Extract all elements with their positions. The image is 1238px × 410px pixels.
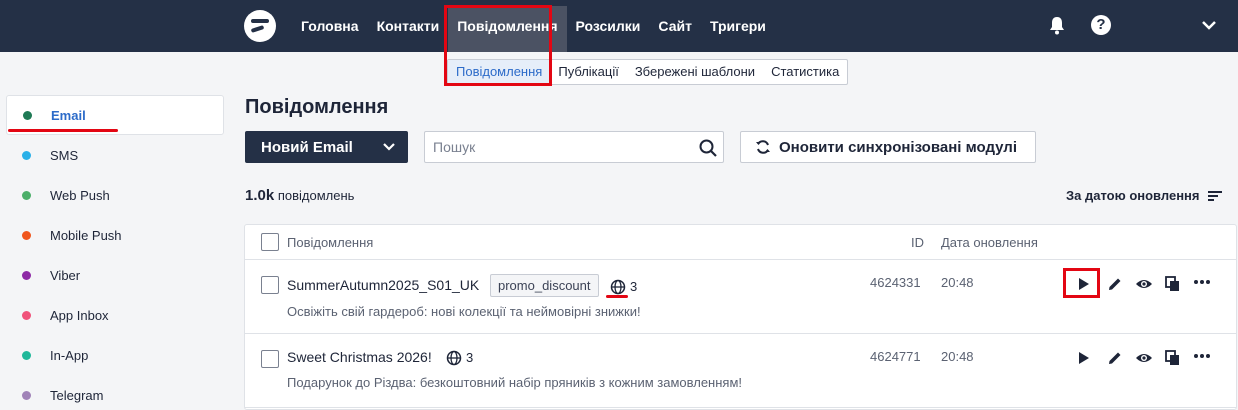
table-row[interactable]: Sweet Christmas 2026! 3 Подарунок до Різ… — [245, 334, 1236, 408]
sidebar-item-label: Mobile Push — [50, 227, 122, 243]
sidebar-item-viber[interactable]: Viber — [6, 255, 224, 295]
chevron-down-icon[interactable] — [383, 142, 395, 152]
sidebar-item-mobile-push[interactable]: Mobile Push — [6, 215, 224, 255]
sidebar-item-app-inbox[interactable]: App Inbox — [6, 295, 224, 335]
sidebar-item-label: Web Push — [50, 187, 110, 203]
channel-sidebar: Email SMS Web Push Mobile Push Viber App… — [6, 95, 224, 410]
message-name[interactable]: SummerAutumn2025_S01_UK — [287, 277, 479, 293]
more-icon[interactable] — [1193, 347, 1211, 365]
play-icon[interactable] — [1074, 349, 1092, 367]
preview-icon[interactable] — [1135, 349, 1153, 367]
globe-icon — [610, 279, 626, 295]
sidebar-item-label: Email — [51, 107, 86, 123]
column-header-message: Повідомлення — [287, 235, 374, 250]
nav-item-home[interactable]: Головна — [292, 0, 368, 52]
top-navigation-bar: Головна Контакти Повідомлення Розсилки С… — [0, 0, 1238, 52]
messages-table: Повідомлення ID Дата оновлення SummerAut… — [244, 224, 1237, 410]
channel-dot-icon — [22, 230, 31, 240]
table-header: Повідомлення ID Дата оновлення — [245, 225, 1236, 260]
sidebar-item-telegram[interactable]: Telegram — [6, 375, 224, 410]
channel-dot-icon — [22, 350, 31, 360]
subtab-statistics[interactable]: Статистика — [763, 60, 847, 84]
highlight-box-play — [1063, 268, 1100, 298]
new-email-button[interactable]: Новий Email — [245, 131, 408, 163]
sidebar-item-label: In-App — [50, 347, 89, 363]
sync-modules-label: Оновити синхронізовані модулі — [779, 138, 1018, 156]
nav-item-campaigns[interactable]: Розсилки — [567, 0, 650, 52]
sidebar-item-web-push[interactable]: Web Push — [6, 175, 224, 215]
edit-icon[interactable] — [1106, 349, 1124, 367]
nav-item-contacts[interactable]: Контакти — [368, 0, 449, 52]
count-label: повідомлень — [277, 188, 355, 203]
bell-icon[interactable] — [1047, 15, 1067, 35]
subtab-publications[interactable]: Публікації — [550, 60, 626, 84]
preview-icon[interactable] — [1135, 275, 1153, 293]
channel-dot-icon — [23, 110, 32, 120]
nav-item-triggers[interactable]: Тригери — [701, 0, 775, 52]
nav-item-site[interactable]: Сайт — [649, 0, 701, 52]
count-value: 1.0k — [245, 187, 275, 204]
row-checkbox[interactable] — [261, 350, 279, 368]
sidebar-item-label: Telegram — [50, 387, 104, 403]
message-id: 4624771 — [870, 349, 921, 364]
new-email-button-label: Новий Email — [261, 138, 353, 156]
sort-dropdown[interactable]: За датою оновлення — [1066, 188, 1223, 203]
language-count: 3 — [630, 279, 638, 294]
column-header-id: ID — [911, 235, 924, 250]
sidebar-item-sms[interactable]: SMS — [6, 135, 224, 175]
globe-icon — [446, 350, 462, 366]
more-icon[interactable] — [1193, 273, 1211, 291]
search-input[interactable] — [425, 132, 685, 162]
channel-dot-icon — [22, 150, 31, 160]
logo-icon[interactable] — [244, 10, 276, 42]
underline-globe-annotation — [606, 295, 628, 298]
channel-dot-icon — [22, 190, 31, 200]
message-name[interactable]: Sweet Christmas 2026! — [287, 349, 432, 365]
highlight-box-messages-nav — [444, 5, 552, 86]
sort-icon — [1208, 190, 1223, 201]
message-subject: Освіжіть свій гардероб: нові колекції та… — [287, 304, 641, 319]
sidebar-item-label: App Inbox — [50, 307, 109, 323]
messages-count: 1.0k повідомлень — [245, 187, 354, 204]
sort-label: За датою оновлення — [1066, 188, 1200, 203]
message-id: 4624331 — [870, 275, 921, 290]
message-tag[interactable]: promo_discount — [490, 274, 599, 297]
row-checkbox[interactable] — [261, 276, 279, 294]
channel-dot-icon — [22, 310, 31, 320]
copy-icon[interactable] — [1164, 275, 1182, 293]
message-date: 20:48 — [941, 349, 974, 364]
search-icon[interactable] — [698, 138, 718, 158]
sync-icon — [756, 140, 770, 154]
select-all-checkbox[interactable] — [261, 233, 279, 251]
chevron-down-icon[interactable] — [1200, 16, 1218, 34]
channel-dot-icon — [22, 270, 31, 280]
copy-icon[interactable] — [1164, 349, 1182, 367]
sync-modules-button[interactable]: Оновити синхронізовані модулі — [740, 131, 1036, 163]
channel-dot-icon — [22, 390, 31, 400]
search-box — [424, 131, 724, 163]
message-date: 20:48 — [941, 275, 974, 290]
subtab-saved-templates[interactable]: Збережені шаблони — [627, 60, 763, 84]
sidebar-item-label: Viber — [50, 267, 81, 283]
sidebar-item-label: SMS — [50, 147, 79, 163]
help-icon[interactable]: ? — [1091, 15, 1111, 35]
message-subject: Подарунок до Різдва: безкоштовний набір … — [287, 375, 742, 390]
column-header-date: Дата оновлення — [941, 235, 1038, 250]
underline-email-annotation — [8, 129, 118, 132]
page-title: Повідомлення — [245, 96, 389, 118]
edit-icon[interactable] — [1106, 275, 1124, 293]
language-count: 3 — [466, 350, 474, 365]
sidebar-item-in-app[interactable]: In-App — [6, 335, 224, 375]
